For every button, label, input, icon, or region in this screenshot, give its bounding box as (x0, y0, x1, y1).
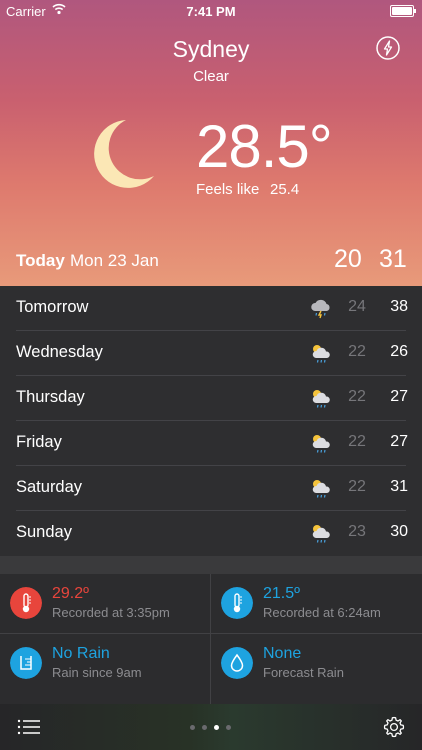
feels-like-value: 25.4 (270, 181, 300, 198)
battery-icon (390, 5, 416, 17)
page-dot[interactable] (190, 725, 195, 730)
forecast-low: 22 (348, 433, 366, 450)
min-temp-tile[interactable]: 21.5º Recorded at 6:24am (211, 574, 422, 633)
section-gap (0, 556, 422, 574)
storm-cloud-icon (311, 299, 330, 319)
thermometer-icon (221, 587, 253, 619)
max-temp-tile[interactable]: 29.2º Recorded at 3:35pm (0, 574, 211, 633)
sun-rain-icon (312, 480, 330, 498)
status-bar: Carrier 7:41 PM (0, 0, 422, 22)
rain-tile[interactable]: No Rain Rain since 9am (0, 634, 211, 693)
forecast-rain-label: Forecast Rain (263, 665, 344, 680)
gear-icon[interactable] (383, 716, 405, 738)
max-temp-recorded: Recorded at 3:35pm (52, 605, 170, 620)
current-temperature: 28.5° (196, 113, 333, 180)
rain-value: No Rain (52, 645, 110, 662)
page-dot[interactable] (226, 725, 231, 730)
forecast-day: Friday (16, 433, 62, 451)
min-temp-recorded: Recorded at 6:24am (263, 605, 381, 620)
lightning-bolt-icon[interactable] (376, 36, 400, 60)
forecast-low: 23 (348, 523, 366, 540)
sun-rain-icon (312, 525, 330, 543)
moon-icon (94, 120, 154, 188)
forecast-day: Thursday (16, 388, 85, 406)
condition-label: Clear (193, 68, 229, 85)
bottom-toolbar (0, 704, 422, 750)
forecast-day: Sunday (16, 523, 72, 541)
today-label: Today (16, 251, 65, 270)
city-name[interactable]: Sydney (0, 36, 422, 63)
forecast-rain-tile[interactable]: None Forecast Rain (211, 634, 422, 693)
thermometer-icon (10, 587, 42, 619)
forecast-high: 38 (390, 298, 408, 315)
forecast-rain-value: None (263, 645, 302, 662)
forecast-high: 27 (390, 433, 408, 450)
min-temp-value: 21.5º (263, 585, 300, 602)
today-high-temp: 31 (379, 245, 407, 273)
forecast-row[interactable]: Sunday 23 30 (0, 511, 422, 556)
list-icon[interactable] (17, 719, 41, 735)
forecast-row[interactable]: Saturday 22 31 (0, 466, 422, 511)
forecast-row[interactable]: Wednesday 22 26 (0, 331, 422, 376)
forecast-low: 22 (348, 343, 366, 360)
forecast-high: 31 (390, 478, 408, 495)
today-low-temp: 20 (334, 245, 362, 273)
forecast-row[interactable]: Thursday 22 27 (0, 376, 422, 421)
sun-rain-icon (312, 390, 330, 408)
forecast-low: 24 (348, 298, 366, 315)
water-drop-icon (221, 647, 253, 679)
rain-gauge-icon (10, 647, 42, 679)
forecast-day: Tomorrow (16, 298, 89, 316)
forecast-high: 30 (390, 523, 408, 540)
forecast-low: 22 (348, 388, 366, 405)
sun-rain-icon (312, 435, 330, 453)
forecast-day: Saturday (16, 478, 83, 496)
rain-since-label: Rain since 9am (52, 665, 142, 680)
today-date: Mon 23 Jan (70, 251, 159, 270)
forecast-row[interactable]: Friday 22 27 (0, 421, 422, 466)
clock-label: 7:41 PM (186, 4, 236, 19)
page-dot-active[interactable] (214, 725, 219, 730)
sun-rain-icon (312, 345, 330, 363)
forecast-high: 26 (390, 343, 408, 360)
feels-like-label: Feels like (196, 181, 260, 198)
page-indicator[interactable] (190, 725, 234, 731)
daily-forecast-list: Tomorrow 24 38 Wednesday 22 26 Thursday … (0, 286, 422, 556)
forecast-row[interactable]: Tomorrow 24 38 (0, 286, 422, 331)
page-dot[interactable] (202, 725, 207, 730)
forecast-low: 22 (348, 478, 366, 495)
forecast-day: Wednesday (16, 343, 103, 361)
max-temp-value: 29.2º (52, 585, 89, 602)
forecast-high: 27 (390, 388, 408, 405)
